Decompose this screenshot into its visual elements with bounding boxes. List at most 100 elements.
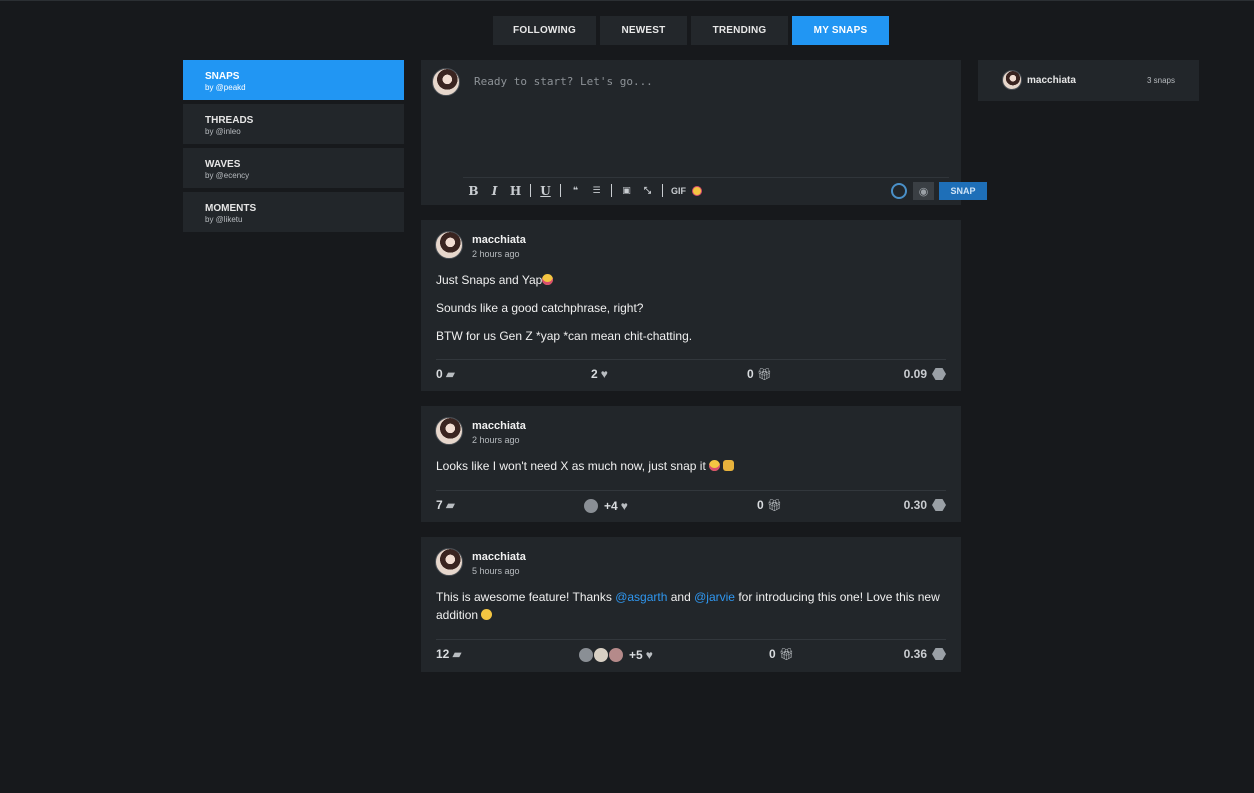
gift-icon: 🎁︎ xyxy=(756,367,772,381)
divider xyxy=(436,639,946,640)
user-name: macchiata xyxy=(1027,75,1076,86)
post-line: BTW for us Gen Z *yap *can mean chit-cha… xyxy=(436,329,693,343)
payout-amount: 0.09 xyxy=(903,367,927,381)
post-body: Looks like I won't need X as much now, j… xyxy=(436,457,946,485)
collapse-icon[interactable]: ⤡ xyxy=(637,186,658,196)
nav-subtitle: by @ecency xyxy=(205,171,250,180)
payout-value[interactable]: 0.30 xyxy=(904,498,946,512)
payout-value[interactable]: 0.36 xyxy=(904,647,946,661)
comment-icon: ▰ xyxy=(445,498,455,512)
tab-my-snaps[interactable]: MY SNAPS xyxy=(792,16,889,45)
payout-value[interactable]: 0.09 xyxy=(904,367,946,381)
tip-count: 0 xyxy=(757,498,764,512)
post-body: This is awesome feature! Thanks @asgarth… xyxy=(436,588,946,634)
underline-icon[interactable]: U xyxy=(535,184,556,198)
nav-subtitle: by @liketu xyxy=(205,215,243,224)
nav-item-snaps[interactable]: SNAPS by @peakd xyxy=(183,60,404,100)
comments-button[interactable]: 0 ▰ xyxy=(436,367,455,381)
snap-button[interactable]: SNAP xyxy=(939,182,987,200)
upvote-button[interactable]: +5 ♥ xyxy=(578,647,653,663)
nav-item-threads[interactable]: THREADS by @inleo xyxy=(183,104,404,144)
divider xyxy=(530,184,531,197)
voter-avatar xyxy=(608,647,624,663)
comment-count: 7 xyxy=(436,498,443,512)
post-author[interactable]: macchiata xyxy=(472,234,526,246)
nav-item-moments[interactable]: MOMENTS by @liketu xyxy=(183,192,404,232)
upvote-button[interactable]: +4 ♥ xyxy=(583,498,628,514)
post-text: and xyxy=(667,590,695,604)
tip-button[interactable]: 0 🎁︎ xyxy=(757,498,782,512)
comments-button[interactable]: 7 ▰ xyxy=(436,498,455,512)
nav-title: THREADS xyxy=(205,115,254,126)
vote-count: 2 xyxy=(591,367,598,381)
nav-item-waves[interactable]: WAVES by @ecency xyxy=(183,148,404,188)
quote-icon[interactable]: ❝ xyxy=(565,186,586,196)
snap-post: macchiata 2 hours ago Just Snaps and Yap… xyxy=(421,220,961,391)
tab-newest[interactable]: NEWEST xyxy=(600,16,687,45)
gift-icon: 🎁︎ xyxy=(778,647,794,661)
post-author[interactable]: macchiata xyxy=(472,420,526,432)
avatar[interactable] xyxy=(435,417,463,445)
snap-post: macchiata 2 hours ago Looks like I won't… xyxy=(421,406,961,522)
bold-icon[interactable]: B xyxy=(463,184,484,198)
hive-icon xyxy=(932,648,946,660)
heart-icon: ♥ xyxy=(620,499,628,513)
ok-hand-emoji-icon xyxy=(723,460,735,471)
composer-input[interactable]: Ready to start? Let's go... xyxy=(474,75,653,88)
divider xyxy=(436,359,946,360)
avatar[interactable] xyxy=(435,548,463,576)
list-icon[interactable]: ☰ xyxy=(586,186,607,196)
post-author[interactable]: macchiata xyxy=(472,551,526,563)
gift-icon: 🎁︎ xyxy=(766,498,782,512)
smiling-emoji-icon xyxy=(481,609,493,620)
tab-trending[interactable]: TRENDING xyxy=(691,16,788,45)
tab-following[interactable]: FOLLOWING xyxy=(493,16,596,45)
mention-link[interactable]: @jarvie xyxy=(694,590,735,604)
community-nav: SNAPS by @peakd THREADS by @inleo WAVES … xyxy=(183,60,404,236)
payout-amount: 0.36 xyxy=(903,647,927,661)
comment-icon: ▰ xyxy=(445,367,455,381)
post-body: Just Snaps and Yap Sounds like a good ca… xyxy=(436,271,946,355)
post-time[interactable]: 2 hours ago xyxy=(472,435,520,445)
comments-button[interactable]: 12 ▰ xyxy=(436,647,462,661)
snap-count: 3 snaps xyxy=(1146,76,1175,85)
preview-eye-icon[interactable]: ◉ xyxy=(913,182,934,200)
top-border xyxy=(0,0,1254,1)
nav-subtitle: by @peakd xyxy=(205,83,246,92)
mention-link[interactable]: @asgarth xyxy=(615,590,667,604)
hive-icon xyxy=(932,499,946,511)
tip-count: 0 xyxy=(747,367,754,381)
nav-title: SNAPS xyxy=(205,71,240,82)
post-actions: 7 ▰ +4 ♥ 0 🎁︎ 0.30 xyxy=(436,498,946,518)
image-icon[interactable]: ▣ xyxy=(616,186,637,196)
avatar[interactable] xyxy=(435,231,463,259)
voter-avatar xyxy=(583,498,599,514)
tip-count: 0 xyxy=(769,647,776,661)
post-time[interactable]: 2 hours ago xyxy=(472,249,520,259)
tip-button[interactable]: 0 🎁︎ xyxy=(769,647,794,661)
post-actions: 0 ▰ 2 ♥ 0 🎁︎ 0.09 xyxy=(436,367,946,387)
nav-title: MOMENTS xyxy=(205,203,257,214)
snap-composer: Ready to start? Let's go... B I H U ❝ ☰ … xyxy=(421,60,987,205)
vote-count: +5 xyxy=(629,648,643,662)
italic-icon[interactable]: I xyxy=(484,184,505,198)
nav-subtitle: by @inleo xyxy=(205,127,241,136)
heart-icon: ♥ xyxy=(645,648,653,662)
nav-title: WAVES xyxy=(205,159,241,170)
tip-button[interactable]: 0 🎁︎ xyxy=(747,367,772,381)
upvote-button[interactable]: 2 ♥ xyxy=(591,367,608,381)
emoji-icon[interactable] xyxy=(692,185,702,196)
post-text: This is awesome feature! Thanks xyxy=(436,590,616,604)
post-time[interactable]: 5 hours ago xyxy=(472,566,520,576)
avatar xyxy=(1002,70,1022,90)
gif-icon[interactable]: GIF xyxy=(671,186,686,196)
divider xyxy=(662,184,663,197)
heading-icon[interactable]: H xyxy=(505,184,526,198)
divider xyxy=(611,184,612,197)
comment-count: 12 xyxy=(436,647,450,661)
post-line: Sounds like a good catchphrase, right? xyxy=(436,301,644,315)
voter-avatar xyxy=(578,647,594,663)
user-summary-card[interactable]: macchiata 3 snaps xyxy=(978,60,1199,101)
snap-post: macchiata 5 hours ago This is awesome fe… xyxy=(421,537,961,672)
composer-toolbar: B I H U ❝ ☰ ▣ ⤡ GIF ◉ SNAP xyxy=(463,177,987,203)
